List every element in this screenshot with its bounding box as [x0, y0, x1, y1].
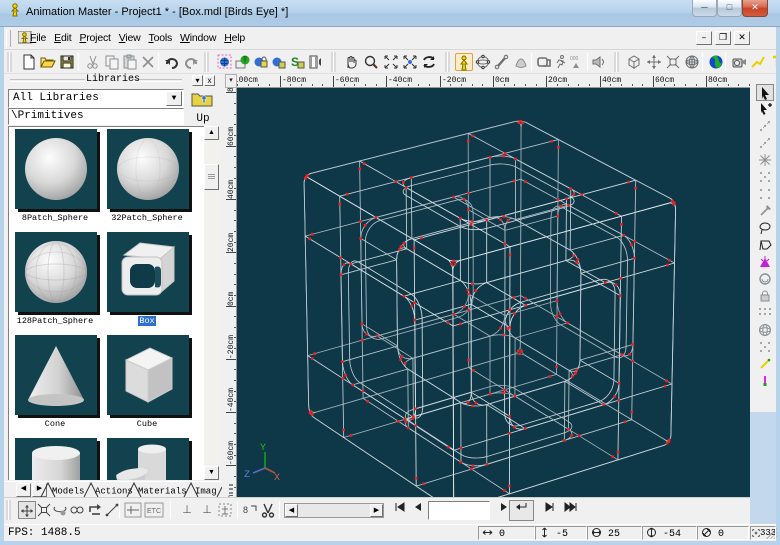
svg-text:000: 000 [570, 56, 579, 62]
svg-text:Materials: Materials [138, 487, 187, 497]
svg-text:8: 8 [243, 505, 248, 515]
svg-text:Models: Models [52, 487, 84, 497]
svg-text:Z: Z [244, 470, 250, 481]
svg-text:X: X [274, 473, 280, 484]
svg-text:Imag: Imag [195, 487, 217, 497]
svg-text:Actions: Actions [95, 487, 133, 497]
svg-text:Y: Y [260, 443, 266, 454]
svg-text:ETC: ETC [147, 508, 161, 515]
